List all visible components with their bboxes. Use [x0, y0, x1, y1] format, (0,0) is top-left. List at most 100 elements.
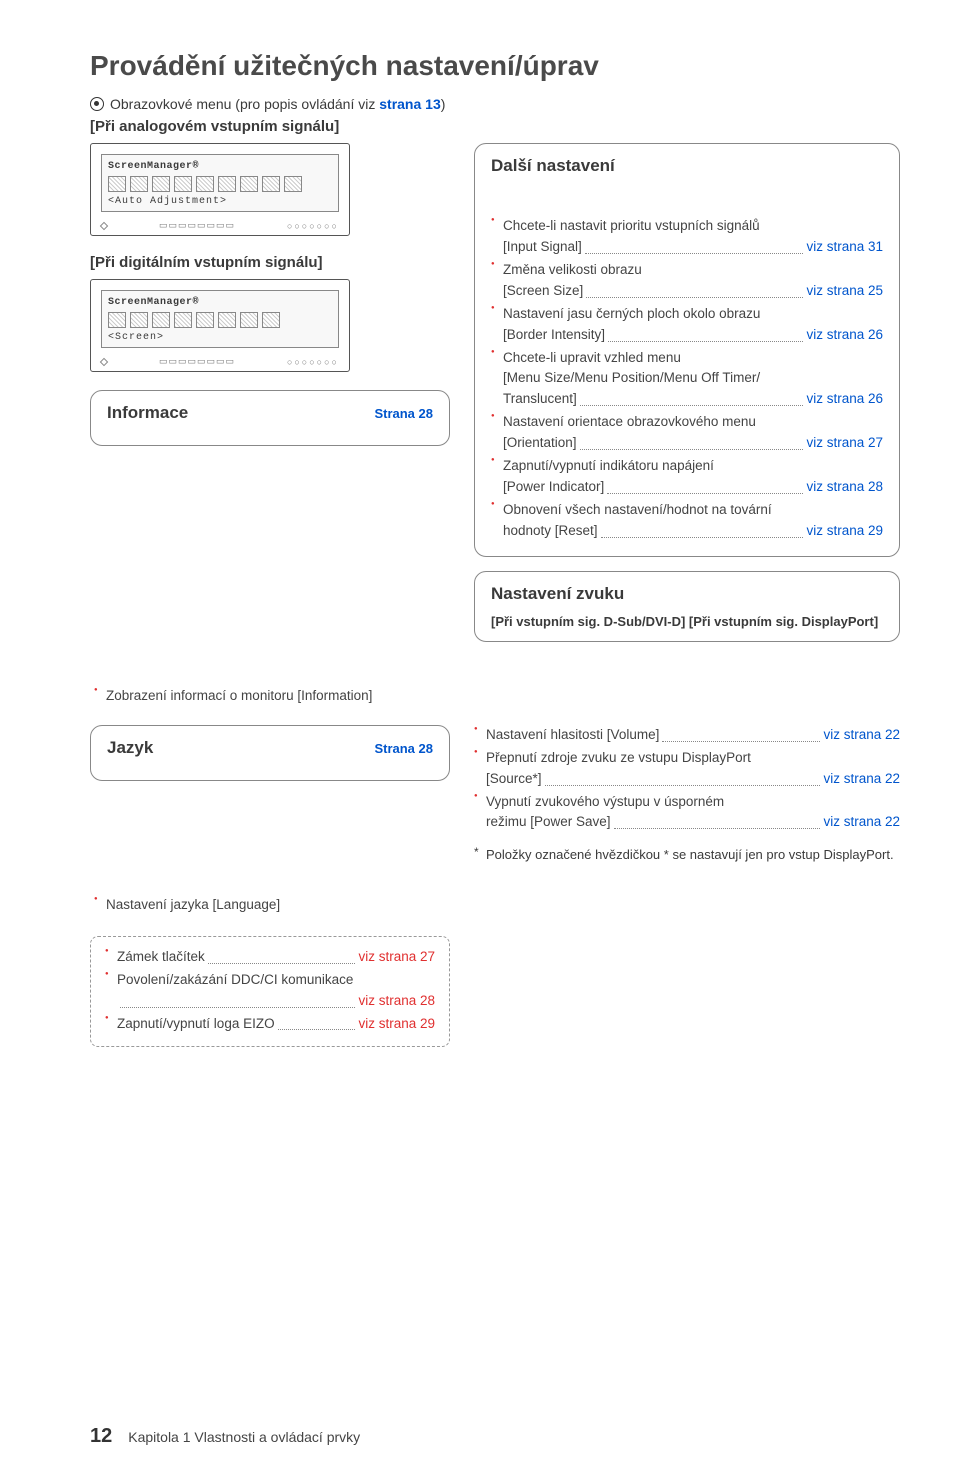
osd-icon [108, 176, 126, 192]
item-text: Nastavení orientace obrazovkového menu [503, 414, 756, 429]
list-item: Chcete-li nastavit prioritu vstupních si… [491, 216, 883, 258]
list-item: Nastavení orientace obrazovkového menu [… [491, 412, 883, 454]
osd-icon [240, 176, 258, 192]
lang-pageref[interactable]: Strana 28 [374, 741, 433, 756]
osd-icon [174, 176, 192, 192]
list-item: Zobrazení informací o monitoru [Informat… [94, 686, 900, 707]
list-item: Obnovení všech nastavení/hodnot na továr… [491, 500, 883, 542]
item-sub: [Orientation] [503, 433, 577, 454]
osd-icon [196, 312, 214, 328]
osd-label: <Screen> [108, 332, 332, 343]
item-text: Přepnutí zdroje zvuku ze vstupu DisplayP… [486, 750, 751, 765]
item-ref[interactable]: viz strana 25 [806, 281, 883, 302]
item-text: Chcete-li upravit vzhled menu [503, 350, 681, 365]
osd-icon [240, 312, 258, 328]
osd-label: <Auto Adjustment> [108, 196, 332, 207]
list-item: Nastavení jazyka [Language] [94, 895, 900, 916]
list-item: Přepnutí zdroje zvuku ze vstupu DisplayP… [474, 748, 900, 790]
list-item: Nastavení jasu černých ploch okolo obraz… [491, 304, 883, 346]
list-item: Zapnutí/vypnutí indikátoru napájení [Pow… [491, 456, 883, 498]
osd-icon [130, 312, 148, 328]
osd-brand: ScreenManager® [108, 161, 332, 172]
item-ref[interactable]: viz strana 31 [806, 237, 883, 258]
monitor-digital: ScreenManager® <Screen> ▭ [90, 279, 350, 372]
page-number: 12 [90, 1425, 112, 1448]
sound-note: Položky označené hvězdičkou * se nastavu… [474, 845, 900, 865]
monitor-dots-icon: ○○○○○○○ [287, 357, 339, 367]
intro-link[interactable]: strana 13 [379, 96, 440, 112]
osd-icon [152, 176, 170, 192]
item-sub: [Power Indicator] [503, 477, 604, 498]
item-ref[interactable]: viz strana 27 [806, 433, 883, 454]
item-sub: režimu [Power Save] [486, 812, 611, 833]
monitor-buttons-icon: ▭▭▭▭▭▭▭▭ [159, 356, 235, 367]
osd-icon [262, 176, 280, 192]
sound-title: Nastavení zvuku [491, 584, 883, 604]
monitor-buttons-icon: ▭▭▭▭▭▭▭▭ [159, 220, 235, 231]
lang-title: Jazyk [107, 738, 153, 758]
item-text: Nastavení hlasitosti [Volume] [486, 725, 659, 746]
monitor-led-icon [100, 357, 108, 365]
item-sub: hodnoty [Reset] [503, 521, 598, 542]
item-ref[interactable]: viz strana 29 [358, 1014, 435, 1035]
item-text: Změna velikosti obrazu [503, 262, 642, 277]
sound-list: Nastavení hlasitosti [Volume] viz strana … [474, 725, 900, 834]
osd-brand: ScreenManager® [108, 297, 332, 308]
info-pageref[interactable]: Strana 28 [374, 406, 433, 421]
intro-suffix: ) [441, 96, 446, 112]
sound-panel: Nastavení zvuku [Při vstupním sig. D-Sub… [474, 571, 900, 642]
others-title: Další nastavení [491, 156, 883, 176]
list-item: Chcete-li upravit vzhled menu [Menu Size… [491, 348, 883, 411]
item-ref[interactable]: viz strana 26 [806, 325, 883, 346]
item-ref[interactable]: viz strana 27 [358, 947, 435, 968]
osd-icon [108, 312, 126, 328]
list-item: Povolení/zakázání DDC/CI komunikace viz … [105, 970, 435, 1012]
monitor-dots-icon: ○○○○○○○ [287, 221, 339, 231]
item-text: Vypnutí zvukového výstupu v úsporném [486, 794, 724, 809]
footer: 12 Kapitola 1 Vlastnosti a ovládací prvk… [90, 1425, 360, 1448]
item-sub: [Screen Size] [503, 281, 583, 302]
item-sub: [Menu Size/Menu Position/Menu Off Timer/ [503, 370, 760, 385]
analog-label: [Při analogovém vstupním signálu] [90, 118, 900, 135]
item-text: Zobrazení informací o monitoru [Informat… [106, 688, 372, 703]
list-item: Zapnutí/vypnutí loga EIZO viz strana 29 [105, 1014, 435, 1035]
item-sub: [Source*] [486, 769, 542, 790]
item-text: Nastavení jasu černých ploch okolo obraz… [503, 306, 760, 321]
item-ref[interactable]: viz strana 26 [806, 389, 883, 410]
item-ref[interactable]: viz strana 28 [806, 477, 883, 498]
item-text: Nastavení jazyka [Language] [106, 897, 280, 912]
item-sub: [Border Intensity] [503, 325, 605, 346]
osd-icon [218, 312, 236, 328]
item-ref[interactable]: viz strana 29 [806, 521, 883, 542]
digital-label: [Při digitálním vstupním signálu] [90, 254, 450, 271]
item-text: Zámek tlačítek [117, 947, 205, 968]
list-item: Změna velikosti obrazu [Screen Size] viz … [491, 260, 883, 302]
intro-prefix: Obrazovkové menu (pro popis ovládání viz [110, 96, 379, 112]
info-panel: Informace Strana 28 [90, 390, 450, 446]
item-text: Zapnutí/vypnutí loga EIZO [117, 1014, 275, 1035]
item-ref[interactable]: viz strana 22 [823, 812, 900, 833]
item-ref[interactable]: viz strana 28 [358, 991, 435, 1012]
intro-line: Obrazovkové menu (pro popis ovládání viz… [90, 96, 900, 112]
item-text: Obnovení všech nastavení/hodnot na továr… [503, 502, 772, 517]
sound-tags: [Při vstupním sig. D-Sub/DVI-D] [Při vst… [491, 614, 883, 629]
list-item: Zámek tlačítek viz strana 27 [105, 947, 435, 968]
osd-icon [262, 312, 280, 328]
item-ref[interactable]: viz strana 22 [823, 769, 900, 790]
item-sub2: Translucent] [503, 389, 577, 410]
item-sub: [Input Signal] [503, 237, 582, 258]
list-item: Vypnutí zvukového výstupu v úsporném rež… [474, 792, 900, 834]
item-text: Chcete-li nastavit prioritu vstupních si… [503, 218, 760, 233]
info-title: Informace [107, 403, 188, 423]
item-ref[interactable]: viz strana 22 [823, 725, 900, 746]
item-text: Povolení/zakázání DDC/CI komunikace [117, 972, 353, 987]
others-panel: Další nastavení Chcete-li nastavit prior… [474, 143, 900, 557]
osd-icon [284, 176, 302, 192]
footer-text: Kapitola 1 Vlastnosti a ovládací prvky [128, 1429, 360, 1445]
extras-panel: Zámek tlačítek viz strana 27 Povolení/zak… [90, 936, 450, 1048]
osd-icon [152, 312, 170, 328]
monitor-analog: ScreenManager® <Auto Adjustment> [90, 143, 350, 236]
osd-icon [130, 176, 148, 192]
page-title: Provádění užitečných nastavení/úprav [90, 50, 900, 82]
lang-panel: Jazyk Strana 28 [90, 725, 450, 781]
